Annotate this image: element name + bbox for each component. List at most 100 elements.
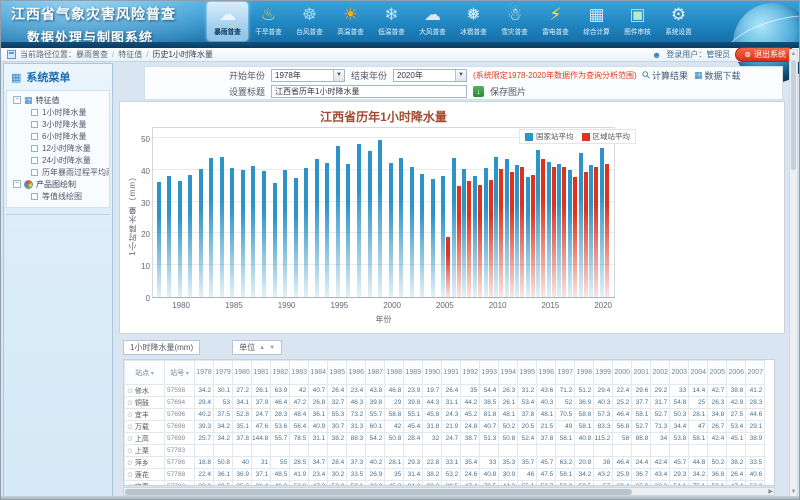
download-button[interactable]: ▦ 数据下载 — [694, 69, 741, 82]
column-header-year[interactable]: 1981 — [252, 361, 271, 385]
column-header-year[interactable]: 1995 — [518, 361, 537, 385]
tree-item[interactable]: 1小时降水量 — [7, 106, 109, 118]
radio-icon[interactable]: ⊙ — [127, 448, 133, 455]
breadcrumb-item[interactable]: 暴雨普查 — [76, 50, 108, 59]
scroll-right-arrow[interactable]: ▶ — [768, 488, 773, 496]
breadcrumb-item[interactable]: 特征值 — [118, 50, 142, 59]
column-header-year[interactable]: 1996 — [537, 361, 556, 385]
radio-icon[interactable]: ⊙ — [127, 424, 133, 431]
checkbox-icon[interactable] — [31, 193, 38, 200]
column-header-year[interactable]: 1983 — [290, 361, 309, 385]
tree-group-1[interactable]: −产品图绘制 — [7, 178, 109, 190]
tree-item[interactable]: 等值线绘图 — [7, 190, 109, 202]
nav-item-drought[interactable]: ♨干旱普查 — [248, 2, 289, 41]
column-header-year[interactable]: 2002 — [651, 361, 670, 385]
nav-item-lightning[interactable]: ⚡雷电普查 — [535, 2, 576, 41]
column-header-year[interactable]: 1997 — [556, 361, 575, 385]
tree-item[interactable]: 历年暴雨过程平均雨量 — [7, 166, 109, 178]
checkbox-icon[interactable] — [31, 121, 38, 128]
radio-icon[interactable]: ⊙ — [127, 412, 133, 419]
column-header-year[interactable]: 1988 — [385, 361, 404, 385]
checkbox-icon[interactable] — [31, 157, 38, 164]
expand-toggle-icon[interactable]: − — [13, 180, 21, 188]
column-header-year[interactable]: 2004 — [689, 361, 708, 385]
checkbox-icon[interactable] — [31, 169, 38, 176]
nav-item-high-temp[interactable]: ☀高温普查 — [330, 2, 371, 41]
tree-item[interactable]: 12小时降水量 — [7, 142, 109, 154]
column-header-year[interactable]: 1982 — [271, 361, 290, 385]
radio-icon[interactable]: ⊙ — [127, 472, 133, 479]
column-header-year[interactable]: 2000 — [613, 361, 632, 385]
tree-item[interactable]: 6小时降水量 — [7, 130, 109, 142]
scrollbar-thumb[interactable] — [791, 60, 796, 170]
checkbox-icon[interactable] — [31, 145, 38, 152]
radio-icon[interactable]: ⊙ — [127, 400, 133, 407]
column-header-year[interactable]: 1989 — [404, 361, 423, 385]
breadcrumb-item[interactable]: 历史1小时降水量 — [152, 50, 212, 59]
end-year-select[interactable]: 2020年 ▼ — [393, 69, 467, 82]
start-year-select[interactable]: 1978年 ▼ — [271, 69, 345, 82]
nav-item-gale[interactable]: ☁大风普查 — [412, 2, 453, 41]
column-header-year[interactable]: 1980 — [233, 361, 252, 385]
scroll-up-arrow[interactable]: ▲ — [790, 51, 797, 57]
column-header-year[interactable]: 1985 — [328, 361, 347, 385]
nav-item-calculator[interactable]: ▦综合计算 — [576, 2, 617, 41]
column-header-year[interactable]: 2007 — [746, 361, 765, 385]
tree-item[interactable]: 24小时降水量 — [7, 154, 109, 166]
column-header-year[interactable]: 2001 — [632, 361, 651, 385]
nav-item-settings[interactable]: ⚙系统设置 — [658, 2, 699, 41]
value-cell: 28.3 — [271, 409, 290, 421]
radio-icon[interactable]: ⊙ — [127, 460, 133, 467]
column-header-year[interactable]: 1978 — [195, 361, 214, 385]
column-header-year[interactable]: 1993 — [480, 361, 499, 385]
sidebar-title: ▦ 系统菜单 — [4, 64, 112, 89]
tree-item[interactable]: 3小时降水量 — [7, 118, 109, 130]
page-vertical-scrollbar[interactable]: ▲ ▼ — [789, 49, 798, 497]
expand-toggle-icon[interactable]: − — [13, 96, 21, 104]
export-image-icon[interactable]: ↓ — [473, 86, 484, 97]
unit-filter-box[interactable]: 单位 ▲ ▼ — [232, 340, 282, 355]
column-header-year[interactable]: 1987 — [366, 361, 385, 385]
column-header-station[interactable]: 站点 ▾ — [125, 361, 165, 385]
nav-item-map-review[interactable]: ▣图件审核 — [617, 2, 658, 41]
column-header-year[interactable]: 1994 — [499, 361, 518, 385]
column-header-year[interactable]: 1990 — [423, 361, 442, 385]
column-header-year[interactable]: 2003 — [670, 361, 689, 385]
column-header-year[interactable]: 1998 — [575, 361, 594, 385]
nav-item-rainstorm[interactable]: ☁⚡暴雨普查 — [207, 2, 248, 41]
filter-dropdown-icon[interactable]: ▾ — [149, 371, 154, 377]
checkbox-icon[interactable] — [31, 109, 38, 116]
chart-title-input[interactable] — [271, 85, 467, 98]
nav-item-hail[interactable]: ❅冰雹普查 — [453, 2, 494, 41]
radio-icon[interactable]: ⊙ — [127, 388, 133, 395]
column-header-year[interactable]: 1986 — [347, 361, 366, 385]
end-year-value: 2020年 — [397, 70, 423, 81]
radio-icon[interactable]: ⊙ — [127, 484, 133, 487]
nav-item-snow[interactable]: ☃雪灾普查 — [494, 2, 535, 41]
column-header-year[interactable]: 1999 — [594, 361, 613, 385]
column-header-year[interactable]: 2006 — [727, 361, 746, 385]
save-image-label[interactable]: 保存图片 — [490, 85, 526, 98]
measure-filter-box[interactable]: 1小时降水量(mm) — [123, 340, 200, 355]
value-cell: 40.9 — [309, 421, 328, 433]
checkbox-icon[interactable] — [31, 133, 38, 140]
column-header-year[interactable]: 1991 — [442, 361, 461, 385]
tree-group-0[interactable]: −▦特征值 — [7, 94, 109, 106]
column-header-year[interactable]: 2005 — [708, 361, 727, 385]
column-header-year[interactable]: 1979 — [214, 361, 233, 385]
bar-national-1999 — [378, 140, 382, 297]
value-cell: 31.1 — [442, 397, 461, 409]
logout-button[interactable]: ⊗ 退出系统 — [735, 47, 795, 62]
filter-dropdown-icon[interactable]: ▾ — [184, 371, 189, 377]
nav-item-typhoon[interactable]: ☸台风普查 — [289, 2, 330, 41]
scroll-down-arrow[interactable]: ▼ — [790, 489, 797, 495]
scrollbar-thumb[interactable] — [125, 489, 632, 495]
table-horizontal-scrollbar[interactable]: ▶ — [123, 487, 775, 496]
nav-item-label: 高温普查 — [331, 28, 370, 37]
column-header-year[interactable]: 1992 — [461, 361, 480, 385]
column-header-station-id[interactable]: 站号 ▾ — [165, 361, 195, 385]
column-header-year[interactable]: 1984 — [309, 361, 328, 385]
nav-item-low-temp[interactable]: ❄低温普查 — [371, 2, 412, 41]
calculate-button[interactable]: ⚲ 计算结果 — [643, 69, 688, 82]
radio-icon[interactable]: ⊙ — [127, 436, 133, 443]
